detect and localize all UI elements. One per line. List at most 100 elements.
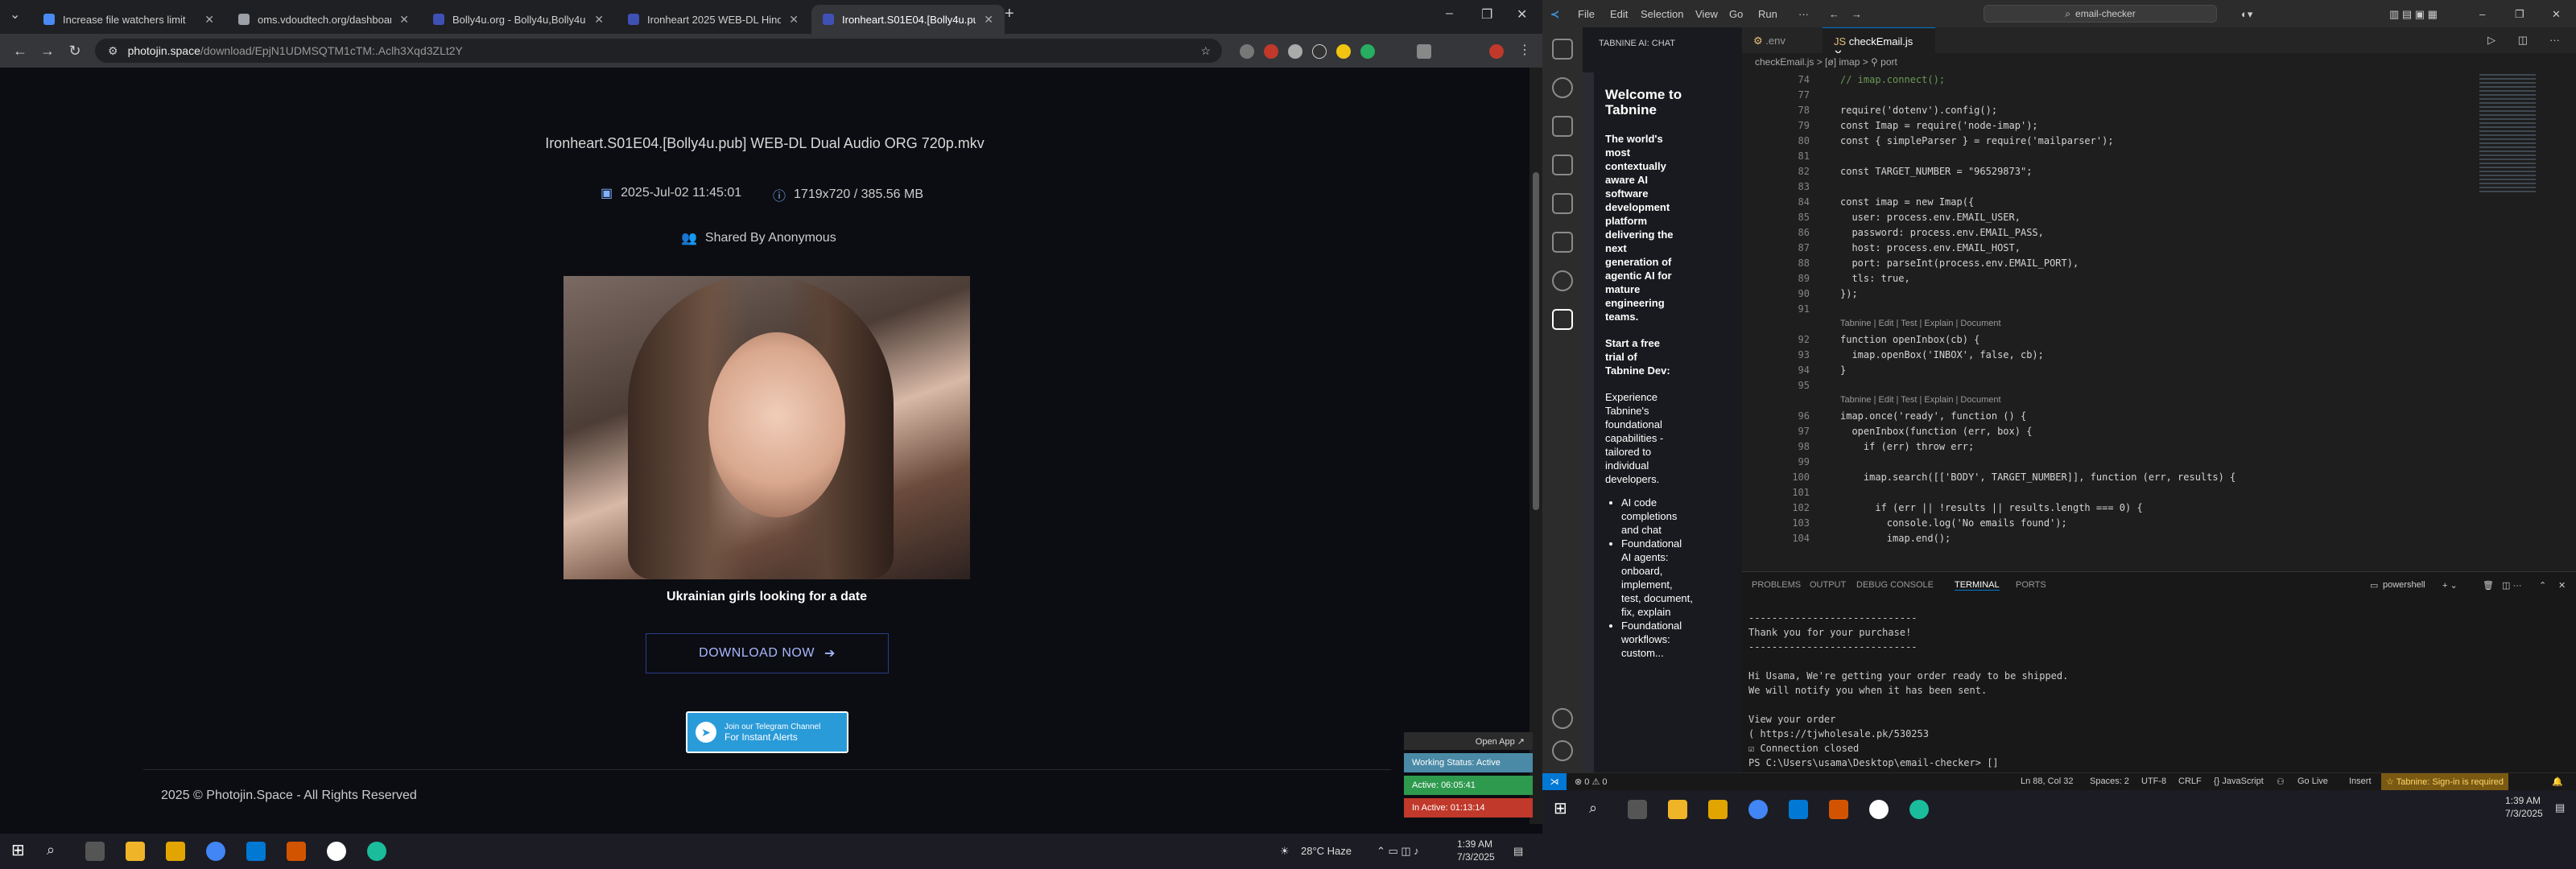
code-line[interactable]: imap.openBox('INBOX', false, cb);	[1840, 349, 2043, 360]
problems-count[interactable]: ⊗ 0 ⚠ 0	[1575, 776, 1607, 787]
search-icon[interactable]	[1552, 77, 1573, 98]
toggle-layout-icon[interactable]: ▥ ▤ ▣ ▦	[2389, 8, 2438, 21]
browser-tab[interactable]: Ironheart 2025 WEB-DL Hindi D ✕	[617, 5, 810, 34]
settings-gear-icon[interactable]	[1552, 740, 1573, 761]
cursor-position[interactable]: Ln 88, Col 32	[2021, 776, 2073, 786]
code-line[interactable]: user: process.env.EMAIL_USER,	[1840, 212, 2021, 223]
forward-icon[interactable]: →	[34, 43, 61, 60]
extension-icon[interactable]	[1240, 44, 1254, 59]
minimize-icon[interactable]: –	[2479, 8, 2485, 20]
code-line[interactable]: host: process.env.EMAIL_HOST,	[1840, 242, 2021, 253]
weather-text[interactable]: 28°C Haze	[1301, 845, 1352, 857]
encoding[interactable]: UTF-8	[2141, 776, 2166, 786]
open-app-button[interactable]: Open App ↗	[1404, 732, 1533, 750]
site-info-icon[interactable]: ⚙	[108, 44, 118, 58]
search-icon[interactable]: ⌕	[1589, 800, 1608, 819]
tab-search-icon[interactable]: ⌄	[10, 6, 20, 23]
code-line[interactable]: function openInbox(cb) {	[1840, 334, 1979, 345]
code-line[interactable]: const imap = new Imap({	[1840, 196, 1974, 208]
menu-edit[interactable]: Edit	[1610, 8, 1628, 20]
bookmark-star-icon[interactable]: ☆	[1200, 44, 1211, 58]
clock-time[interactable]: 1:39 AM	[1457, 838, 1492, 850]
menu-view[interactable]: View	[1695, 8, 1718, 20]
copilot-status-icon[interactable]: ⚇	[2277, 776, 2285, 787]
code-line[interactable]: // imap.connect();	[1840, 74, 1945, 85]
close-tab-icon[interactable]: ✕	[789, 13, 799, 27]
chrome-icon[interactable]	[1748, 800, 1768, 819]
terminal-output[interactable]: ----------------------------- Thank you f…	[1748, 611, 2068, 770]
scroll-thumb[interactable]	[1533, 172, 1539, 510]
back-icon[interactable]: ←	[6, 43, 34, 60]
insert-mode[interactable]: Insert	[2349, 776, 2372, 786]
explorer-icon[interactable]	[1552, 39, 1573, 60]
remote-indicator-icon[interactable]: ⋊	[1542, 773, 1567, 790]
app-icon[interactable]	[1869, 800, 1889, 819]
browser-tab-active[interactable]: Ironheart.S01E04.[Bolly4u.pub] ✕	[811, 5, 1005, 34]
vscode-icon[interactable]	[246, 842, 266, 861]
app-icon[interactable]	[1829, 800, 1848, 819]
chrome-icon[interactable]	[206, 842, 225, 861]
code-line[interactable]: console.log('No emails found');	[1840, 517, 2067, 529]
extensions-puzzle-icon[interactable]	[1417, 44, 1431, 59]
profile-avatar[interactable]	[1489, 44, 1504, 59]
extensions-icon[interactable]	[1552, 193, 1573, 214]
nav-back-icon[interactable]: ←	[1829, 8, 1839, 20]
editor-tab-active[interactable]: JS checkEmail.js ✕	[1823, 27, 1935, 60]
reload-icon[interactable]: ↻	[61, 43, 89, 60]
clock-time[interactable]: 1:39 AM	[2505, 795, 2541, 806]
code-line[interactable]: imap.end();	[1840, 533, 1951, 544]
nav-forward-icon[interactable]: →	[1852, 8, 1862, 20]
panel-tab-debug-console[interactable]: DEBUG CONSOLE	[1856, 580, 1934, 590]
restore-icon[interactable]: ❐	[1481, 6, 1492, 23]
task-view-icon[interactable]	[1628, 800, 1647, 819]
file-explorer-icon[interactable]	[1668, 800, 1687, 819]
store-icon[interactable]	[166, 842, 185, 861]
panel-tab-output[interactable]: OUTPUT	[1810, 580, 1846, 590]
telegram-banner[interactable]: ➤ Join our Telegram Channel For Instant …	[686, 711, 848, 753]
notifications-icon[interactable]: ▤	[1513, 845, 1523, 858]
maximize-panel-icon[interactable]: ⌃	[2539, 580, 2546, 591]
copilot-icon[interactable]: ◐▾	[2241, 8, 2252, 21]
more-menu-icon[interactable]: ···	[1798, 8, 1809, 20]
download-now-button[interactable]: DOWNLOAD NOW ➔	[646, 633, 889, 673]
close-tab-icon[interactable]: ✕	[984, 13, 993, 27]
tabnine-status[interactable]: ☆ Tabnine: Sign-in is required	[2381, 773, 2509, 790]
notifications-icon[interactable]: ▤	[2555, 801, 2565, 814]
panel-more-icon[interactable]: ◫ ···	[2502, 580, 2521, 591]
menu-run[interactable]: Run	[1758, 8, 1777, 20]
close-tab-icon[interactable]: ✕	[594, 13, 604, 27]
kill-terminal-icon[interactable]: 🗑	[2483, 580, 2494, 591]
extension-icon[interactable]	[1264, 44, 1278, 59]
close-window-icon[interactable]: ✕	[1517, 6, 1527, 23]
tray-icons[interactable]: ⌃ ▭ ◫ ♪	[1377, 845, 1419, 858]
code-line[interactable]: password: process.env.EMAIL_PASS,	[1840, 227, 2043, 238]
windows-start-icon[interactable]: ⊞	[11, 840, 31, 859]
close-window-icon[interactable]: ✕	[2552, 8, 2561, 21]
accounts-icon[interactable]	[1552, 708, 1573, 729]
close-tab-icon[interactable]: ✕	[204, 13, 214, 27]
notifications-bell-icon[interactable]: 🔔	[2552, 776, 2563, 787]
app-icon[interactable]	[327, 842, 346, 861]
editor-tab[interactable]: ⚙ .env	[1742, 27, 1797, 53]
code-line[interactable]: imap.once('ready', function () {	[1840, 410, 2026, 422]
ad-caption[interactable]: Ukrainian girls looking for a date	[564, 590, 970, 604]
code-line[interactable]: tls: true,	[1840, 273, 1909, 284]
panel-tab-terminal[interactable]: TERMINAL	[1955, 580, 2000, 591]
browser-tab[interactable]: Bolly4u.org - Bolly4u,Bolly4u.b ✕	[422, 5, 615, 34]
breadcrumb[interactable]: checkEmail.js > [ø] imap > ⚲ port	[1742, 53, 2576, 71]
go-live[interactable]: Go Live	[2297, 776, 2328, 786]
file-explorer-icon[interactable]	[126, 842, 145, 861]
language-mode[interactable]: {} JavaScript	[2214, 776, 2264, 786]
minimap[interactable]	[2476, 71, 2565, 571]
clock-date[interactable]: 7/3/2025	[2505, 808, 2543, 819]
app-icon[interactable]	[287, 842, 306, 861]
code-line[interactable]: const { simpleParser } = require('mailpa…	[1840, 135, 2114, 146]
task-view-icon[interactable]	[85, 842, 105, 861]
code-line[interactable]: openInbox(function (err, box) {	[1840, 426, 2032, 437]
code-line[interactable]: });	[1840, 288, 1858, 299]
extension-icon[interactable]	[1288, 44, 1302, 59]
remote-explorer-icon[interactable]	[1552, 232, 1573, 253]
code-line[interactable]: if (err || !results || results.length ==…	[1840, 502, 2142, 513]
page-scrollbar[interactable]	[1530, 68, 1542, 824]
address-bar[interactable]: ⚙ photojin.space /download/EpjN1UDMSQTM1…	[95, 39, 1222, 63]
